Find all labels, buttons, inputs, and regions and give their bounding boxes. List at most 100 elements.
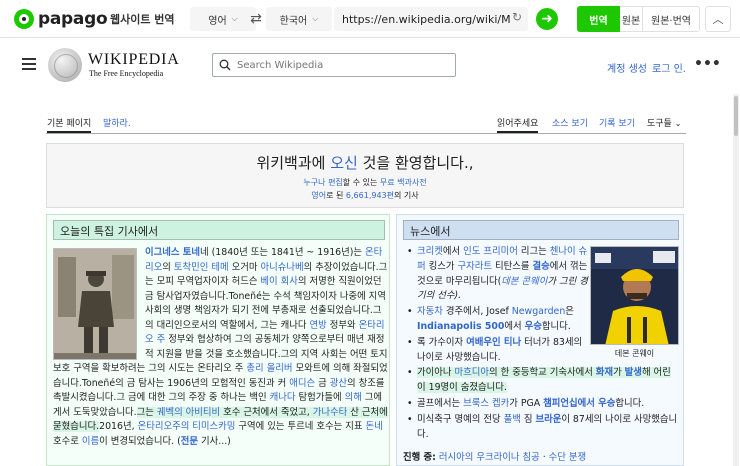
featured-article-heading: 오늘의 특집 기사에서 bbox=[53, 220, 385, 240]
wikipedia-header: WIKIPEDIA The Free Encyclopedia 계정 생성 로그… bbox=[0, 38, 740, 94]
chevron-down-icon: ⌄ bbox=[674, 119, 682, 128]
link[interactable]: 수단 분쟁 bbox=[549, 452, 586, 463]
text: 탐험가들에 bbox=[295, 392, 345, 403]
link[interactable]: 가나수타 bbox=[312, 406, 348, 418]
link[interactable]: 브룩스 켑카 bbox=[463, 398, 509, 409]
url-input[interactable]: https://en.wikipedia.org/wiki/Main_Page bbox=[334, 7, 528, 31]
tab-main-page[interactable]: 기본 페이지 bbox=[47, 116, 92, 133]
collapse-toolbar-button[interactable]: ︿ bbox=[705, 6, 731, 32]
swap-languages-icon[interactable]: ⇄ bbox=[244, 9, 268, 29]
link[interactable]: 발생 bbox=[624, 367, 642, 379]
link[interactable]: 크리켓 bbox=[417, 246, 443, 257]
text: 은 bbox=[565, 306, 574, 318]
original-view-label: 원본 bbox=[621, 15, 641, 27]
link[interactable]: 베이 회사 bbox=[260, 276, 297, 287]
create-account-link[interactable]: 계정 생성 bbox=[607, 60, 647, 75]
tab-read[interactable]: 읽어주세요 bbox=[497, 116, 539, 133]
search-box[interactable] bbox=[212, 53, 456, 77]
link[interactable]: 돈네 bbox=[365, 421, 382, 432]
text: 가 PGA bbox=[509, 397, 544, 409]
featured-title-link[interactable]: 이그네스 토네 bbox=[145, 247, 200, 258]
article-count-link[interactable]: 6,661,943편 bbox=[346, 191, 394, 200]
search-icon bbox=[219, 59, 231, 71]
text: 합니다. bbox=[615, 397, 645, 409]
link[interactable]: 아니슈나베 bbox=[260, 262, 303, 273]
tab-tools-label: 도구들 bbox=[647, 119, 672, 129]
link[interactable]: Newgarden bbox=[512, 306, 566, 317]
text: 2016년, bbox=[99, 421, 138, 432]
welcome-banner: 위키백과에 오신 것을 환영합니다., 누구나 편집할 수 있는 무료 백과사전… bbox=[46, 143, 684, 208]
scrollbar-thumb[interactable] bbox=[734, 96, 738, 136]
tabs-divider bbox=[46, 133, 686, 134]
wikipedia-globe-logo[interactable] bbox=[48, 48, 82, 82]
refresh-icon[interactable]: ↻ bbox=[512, 10, 522, 24]
link[interactable]: 구자라트 bbox=[457, 261, 492, 272]
papago-parrot-icon bbox=[14, 9, 34, 29]
link[interactable]: 챔피언십에서 우승 bbox=[543, 398, 615, 409]
full-article-link[interactable]: 전문 bbox=[181, 436, 198, 447]
link[interactable]: 이름 bbox=[82, 436, 99, 447]
welcome-title-text: 위키백과에 bbox=[256, 154, 331, 172]
link[interactable]: 데본 콘웨이 bbox=[501, 276, 547, 287]
list-item: 미식축구 명예의 전당 풀백 짐 브라운이 87세의 나이로 사망했습니다. bbox=[407, 413, 679, 443]
original-view-button[interactable]: 원본 bbox=[620, 6, 642, 32]
text: 정부와 bbox=[326, 319, 359, 331]
highlighted-text: 가 bbox=[613, 367, 625, 379]
link[interactable]: Indianapolis 500 bbox=[417, 321, 504, 332]
tab-view-source[interactable]: 소스 보기 bbox=[552, 116, 588, 129]
link[interactable]: 광산 bbox=[330, 378, 347, 389]
link[interactable]: 인도 프리미어 bbox=[463, 246, 518, 257]
link[interactable]: 애디슨 bbox=[289, 378, 315, 389]
translated-view-button[interactable]: 번역 bbox=[577, 6, 620, 32]
link[interactable]: 테메 bbox=[211, 262, 228, 273]
news-list: 크리켓에서 인도 프리미어 리그는 첸나이 슈퍼 킹스가 구자라트 티탄스를 결… bbox=[407, 245, 679, 443]
featured-article-text: 이그네스 토네네 (1840년 또는 1841년 ~ 1916년)는 온타리오의… bbox=[53, 246, 389, 449]
list-item: 록 가수이자 여배우인 티나 터너가 83세의 나이로 사망했습니다. bbox=[407, 336, 591, 366]
link[interactable]: 의해 bbox=[345, 392, 362, 403]
link[interactable]: 풀백 bbox=[504, 414, 521, 425]
link[interactable]: 우승 bbox=[525, 321, 542, 332]
free-encyclopedia-link[interactable]: 무료 백과사전 bbox=[380, 178, 427, 187]
link[interactable]: 온타리오주의 티미스카밍 bbox=[138, 421, 236, 432]
url-text: https://en.wikipedia.org/wiki/Main_Page bbox=[342, 12, 510, 26]
text: 이 변경되었습니다. ( bbox=[99, 435, 181, 447]
link[interactable]: 마흐디아 bbox=[454, 367, 489, 379]
list-item: 골프에서는 브룩스 켑카가 PGA 챔피언십에서 우승합니다. bbox=[407, 397, 679, 412]
link[interactable]: 결승 bbox=[532, 261, 549, 272]
link[interactable]: 여배우인 티나 bbox=[466, 337, 521, 348]
link[interactable]: 화재 bbox=[595, 367, 614, 379]
link[interactable]: 토착민인 bbox=[174, 262, 209, 273]
text: 금 bbox=[315, 377, 330, 389]
more-options-icon[interactable]: ••• bbox=[694, 56, 721, 72]
link[interactable]: 캐나다 bbox=[270, 392, 296, 403]
welcome-link[interactable]: 오신 bbox=[330, 154, 358, 172]
english-link[interactable]: 영어 bbox=[311, 191, 326, 200]
text: 경주에서, Josef bbox=[442, 306, 512, 318]
text: 구역에 있는 투르네 호수는 지표 bbox=[235, 421, 366, 432]
login-link[interactable]: 로그 인. bbox=[652, 60, 686, 75]
both-view-button[interactable]: 원본·번역 bbox=[642, 6, 700, 32]
search-input[interactable] bbox=[237, 59, 437, 71]
link[interactable]: 총리 올리버 bbox=[246, 363, 292, 374]
edit-link[interactable]: 편집 bbox=[328, 178, 343, 187]
separator: · bbox=[539, 452, 549, 463]
welcome-title-text-end: 것을 환영합니다., bbox=[357, 154, 474, 172]
tab-view-history[interactable]: 기록 보기 bbox=[599, 116, 635, 129]
page-scrollbar[interactable] bbox=[733, 94, 739, 466]
hamburger-menu-icon[interactable] bbox=[22, 58, 36, 70]
papago-logo[interactable]: papago bbox=[14, 8, 108, 30]
tab-tools[interactable]: 도구들 ⌄ bbox=[647, 116, 681, 129]
text: 록 가수이자 bbox=[417, 336, 467, 348]
link[interactable]: 러시아의 우크라이나 침공 bbox=[439, 452, 540, 463]
link[interactable]: 브라운 bbox=[535, 414, 561, 425]
chevron-down-icon: ⌵ bbox=[312, 14, 319, 23]
target-language-select[interactable]: 한국어 ⌵ bbox=[266, 7, 332, 31]
go-button[interactable]: ➜ bbox=[536, 8, 558, 30]
anyone-link[interactable]: 누구나 bbox=[303, 178, 325, 187]
wikipedia-wordmark[interactable]: WIKIPEDIA bbox=[88, 51, 180, 69]
tab-talk[interactable]: 말하라. bbox=[103, 116, 131, 129]
link[interactable]: 연방 bbox=[310, 320, 327, 331]
link[interactable]: 궤벡의 아비티비 bbox=[156, 406, 221, 418]
papago-toolbar: papago 웹사이트 번역 영어 ⌵ ⇄ 한국어 ⌵ https://en.w… bbox=[0, 0, 740, 38]
link[interactable]: 자동차 bbox=[417, 306, 443, 317]
